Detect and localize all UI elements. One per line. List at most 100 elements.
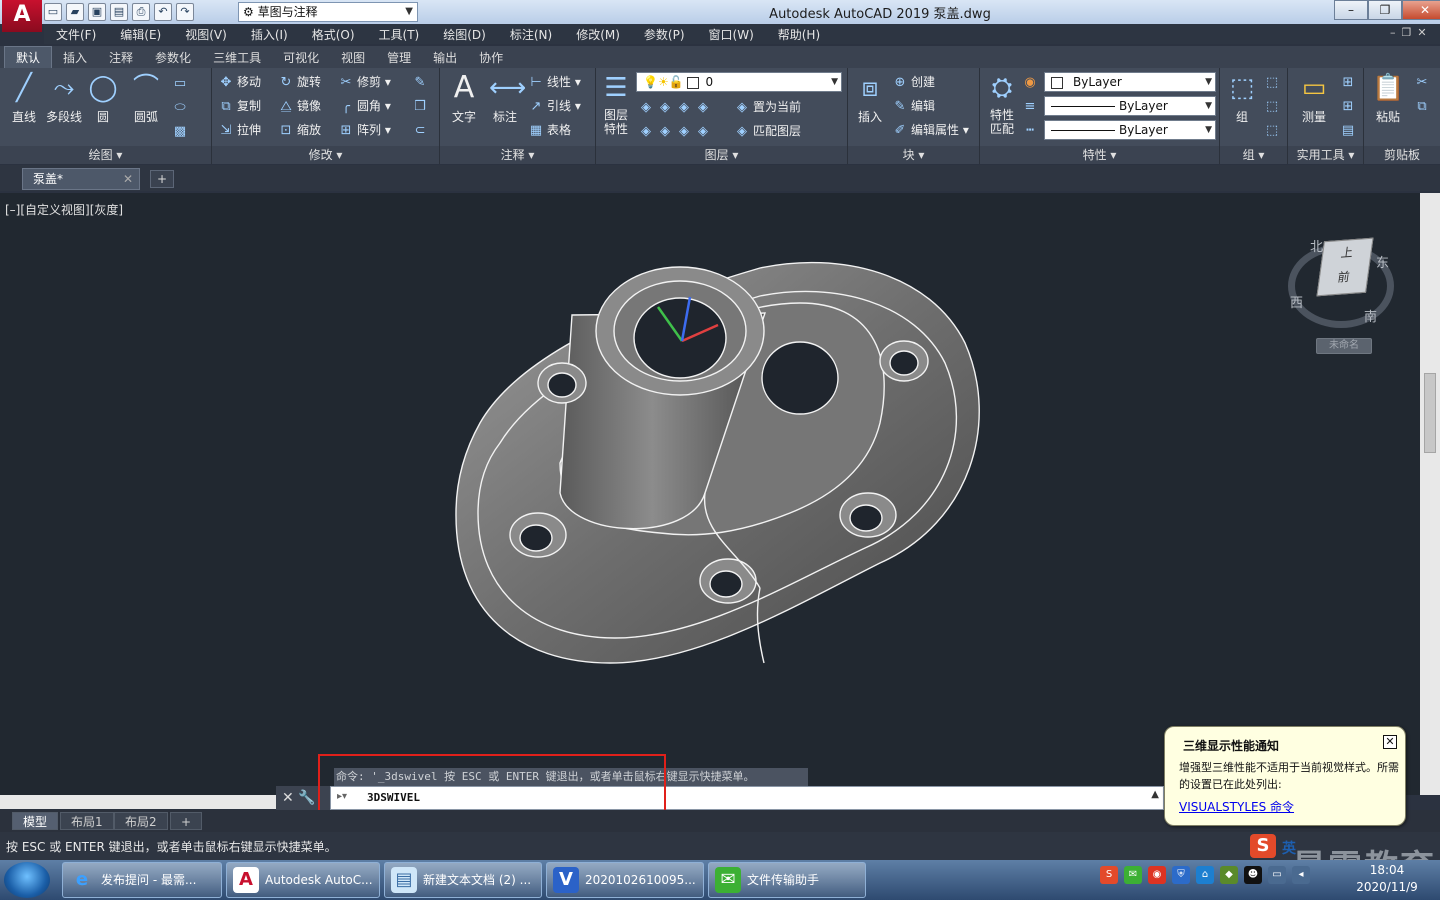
make-current-button[interactable]: ◈ 置为当前 xyxy=(734,96,801,118)
menu-view[interactable]: 视图(V) xyxy=(173,26,239,43)
redo-icon[interactable]: ↷ xyxy=(176,3,194,21)
circle-button[interactable]: ◯ 圆 xyxy=(86,72,120,125)
ungroup-button[interactable]: ⬚ xyxy=(1264,71,1283,93)
array-button[interactable]: ⊞ 阵列 ▾ xyxy=(338,119,391,141)
linetype-dropdown[interactable]: ByLayer ▼ xyxy=(1044,96,1216,116)
taskbar-clock[interactable]: 18:04 2020/11/9 xyxy=(1352,862,1422,896)
chevron-up-icon[interactable]: ▲ xyxy=(1151,789,1159,800)
panel-layers-title[interactable]: 图层 ▾ xyxy=(596,146,847,164)
viewport-controls-label[interactable]: [–][自定义视图][灰度] xyxy=(5,201,123,218)
shield-icon[interactable]: ⛨ xyxy=(1172,866,1190,884)
start-button[interactable] xyxy=(4,862,50,898)
group-select-button[interactable]: ⬚ xyxy=(1264,119,1283,141)
wcs-menu[interactable]: 未命名 xyxy=(1316,338,1372,354)
cut-button[interactable]: ✂ xyxy=(1414,71,1433,93)
ellipse-button[interactable]: ⬭ xyxy=(172,96,191,118)
taskbar-item-autocad[interactable]: A Autodesk AutoC... xyxy=(226,862,380,898)
fillet-button[interactable]: ╭ 圆角 ▾ xyxy=(338,95,391,117)
tab-3d-tools[interactable]: 三维工具 xyxy=(202,47,272,68)
tab-layout1[interactable]: 布局1 xyxy=(60,812,114,830)
menu-edit[interactable]: 编辑(E) xyxy=(108,26,173,43)
tab-model[interactable]: 模型 xyxy=(12,812,59,830)
menu-file[interactable]: 文件(F) xyxy=(44,26,108,43)
panel-draw-title[interactable]: 绘图 ▾ xyxy=(0,146,211,164)
rotate-button[interactable]: ↻ 旋转 xyxy=(278,71,321,93)
sogou-tray-icon[interactable]: S xyxy=(1100,866,1118,884)
taskbar-item-ie[interactable]: e 发布提问 - 最需... xyxy=(62,862,222,898)
layer-tools-row1[interactable]: ◈ ◈ ◈ ◈ xyxy=(638,96,714,118)
sogou-ime-icon[interactable]: S xyxy=(1250,834,1276,858)
vertical-scrollbar[interactable] xyxy=(1420,193,1440,795)
move-button[interactable]: ✥ 移动 xyxy=(218,71,261,93)
weibo-tray-icon[interactable]: ◉ xyxy=(1148,866,1166,884)
arc-button[interactable]: ⌒ 圆弧 xyxy=(126,72,166,125)
panel-block-title[interactable]: 块 ▾ xyxy=(848,146,979,164)
trim-button[interactable]: ✂ 修剪 ▾ xyxy=(338,71,391,93)
measure-button[interactable]: ▭ 测量 xyxy=(1292,72,1336,125)
scale-button[interactable]: ⊡ 缩放 xyxy=(278,119,321,141)
taskbar-item-notepad[interactable]: ▤ 新建文本文档 (2) ... xyxy=(384,862,542,898)
compass-north[interactable]: 北 xyxy=(1310,236,1323,255)
offset-button[interactable]: ⊂ xyxy=(412,119,431,141)
table-button[interactable]: ▦ 表格 xyxy=(528,119,571,141)
wechat-tray-icon[interactable]: ✉ xyxy=(1124,866,1142,884)
edit-block-button[interactable]: ✎ 编辑 xyxy=(892,95,935,117)
layer-tools-row2[interactable]: ◈ ◈ ◈ ◈ xyxy=(638,120,714,142)
rectangle-button[interactable]: ▭ xyxy=(172,72,191,94)
horizontal-scrollbar[interactable] xyxy=(0,795,276,809)
panel-annotation-title[interactable]: 注释 ▾ xyxy=(440,146,595,164)
copy-button[interactable]: ⧉ 复制 xyxy=(218,95,261,117)
scrollbar-thumb[interactable] xyxy=(1424,373,1436,453)
document-window-controls[interactable]: –❐✕ xyxy=(1390,26,1433,39)
tab-collaborate[interactable]: 协作 xyxy=(468,47,514,68)
workspace-selector[interactable]: ⚙ 草图与注释 ▼ xyxy=(238,2,418,22)
viewcube-top-face[interactable]: 上 xyxy=(1340,245,1354,260)
display-icon[interactable]: ▭ xyxy=(1268,866,1286,884)
linear-dim-button[interactable]: ⊢ 线性 ▾ xyxy=(528,71,581,93)
menu-modify[interactable]: 修改(M) xyxy=(564,26,632,43)
tab-manage[interactable]: 管理 xyxy=(376,47,422,68)
group-button[interactable]: ⬚ 组 xyxy=(1224,72,1260,125)
volume-icon[interactable]: ◂ xyxy=(1292,866,1310,884)
tab-parametric[interactable]: 参数化 xyxy=(144,47,202,68)
menu-dimension[interactable]: 标注(N) xyxy=(498,26,564,43)
close-icon[interactable]: ✕ xyxy=(123,169,133,189)
app-menu-button[interactable]: A xyxy=(2,0,42,32)
viewcube-front-face[interactable]: 前 xyxy=(1337,270,1351,285)
match-layer-button[interactable]: ◈ 匹配图层 xyxy=(734,120,801,142)
layer-properties-button[interactable]: ☰ 图层 特性 xyxy=(598,72,634,136)
tab-annotate[interactable]: 注释 xyxy=(98,47,144,68)
add-layout-button[interactable]: + xyxy=(170,812,203,830)
dimension-button[interactable]: ⟷ 标注 xyxy=(486,72,526,125)
explode-button[interactable]: ❒ xyxy=(412,95,431,117)
edit-attributes-button[interactable]: ✐ 编辑属性 ▾ xyxy=(892,119,969,141)
match-properties-button[interactable]: ⛭ 特性 匹配 xyxy=(984,72,1020,136)
text-button[interactable]: A 文字 xyxy=(446,72,482,125)
hatch-button[interactable]: ▩ xyxy=(172,120,191,142)
save-icon[interactable]: ▣ xyxy=(88,3,106,21)
file-tab-active[interactable]: 泵盖* ✕ xyxy=(22,168,140,190)
mirror-button[interactable]: ⧋ 镜像 xyxy=(278,95,321,117)
qq-icon[interactable]: ☻ xyxy=(1244,866,1262,884)
taskbar-item-word[interactable]: V 2020102610095... xyxy=(546,862,704,898)
close-icon[interactable]: ✕ xyxy=(1383,735,1397,749)
lineweight-dropdown[interactable]: ByLayer ▼ xyxy=(1044,120,1216,140)
taskbar-item-wechat[interactable]: ✉ 文件传输助手 xyxy=(708,862,866,898)
print-icon[interactable]: ⎙ xyxy=(132,3,150,21)
tab-default[interactable]: 默认 xyxy=(4,46,53,68)
close-icon[interactable]: ✕ xyxy=(282,790,294,806)
menu-tools[interactable]: 工具(T) xyxy=(367,26,432,43)
viewcube[interactable]: 上前 xyxy=(1316,237,1374,297)
compass-east[interactable]: 东 xyxy=(1376,252,1389,271)
tab-insert[interactable]: 插入 xyxy=(52,47,98,68)
panel-clipboard-title[interactable]: 剪贴板 xyxy=(1364,146,1440,164)
visualstyles-link[interactable]: VISUALSTYLES 命令 xyxy=(1179,798,1294,815)
copy-clip-button[interactable]: ⧉ xyxy=(1414,95,1433,117)
close-button[interactable]: ✕ xyxy=(1402,0,1440,20)
quick-select-button[interactable]: ⊞ xyxy=(1340,71,1359,93)
compass-west[interactable]: 西 xyxy=(1290,292,1303,311)
panel-properties-title[interactable]: 特性 ▾ xyxy=(980,146,1219,164)
menu-parametric[interactable]: 参数(P) xyxy=(632,26,697,43)
compass-south[interactable]: 南 xyxy=(1364,306,1377,325)
menu-help[interactable]: 帮助(H) xyxy=(766,26,832,43)
